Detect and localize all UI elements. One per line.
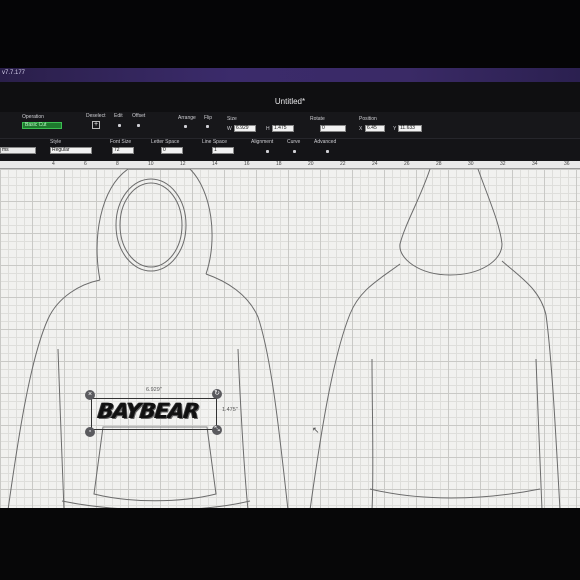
back-left-shoulder: [309, 263, 401, 510]
y-position-field[interactable]: 11.633: [398, 125, 422, 132]
size-label: Size: [227, 116, 237, 122]
close-icon[interactable]: ×: [85, 390, 95, 400]
x-position-field[interactable]: 6.45: [365, 125, 385, 132]
monitor-bezel: [0, 508, 580, 580]
ruler-tick-label: 34: [532, 161, 538, 167]
front-left-sleeve-inner: [57, 348, 65, 510]
text-toolbar: ms Style Regular Font Size 72 Letter Spa…: [0, 139, 580, 161]
ruler-tick-label: 32: [500, 161, 506, 167]
flip-dropdown[interactable]: [206, 125, 209, 128]
font-size-label: Font Size: [110, 139, 132, 145]
back-hood-outline: [399, 169, 503, 276]
app-title-bar: v7.7.177: [0, 68, 580, 82]
ruler-tick-label: 4: [52, 161, 55, 167]
deselect-label: Deselect: [86, 113, 106, 119]
edit-dropdown[interactable]: [118, 124, 121, 127]
y-label: Y: [393, 126, 397, 132]
ruler-tick-label: 26: [404, 161, 410, 167]
operation-label: Operation: [22, 114, 44, 120]
ruler-tick-label: 10: [148, 161, 154, 167]
ruler-tick-label: 24: [372, 161, 378, 167]
ruler-tick-label: 12: [180, 161, 186, 167]
curve-button[interactable]: [293, 150, 296, 153]
operation-select[interactable]: Basic Cut: [22, 122, 62, 129]
x-label: X: [359, 126, 363, 132]
ruler-tick-label: 30: [468, 161, 474, 167]
top-ruler: 4 6 8 10 12 14 16 18 20 22 24 26 28 30 32 34 36: [0, 161, 580, 169]
offset-label: Offset: [132, 113, 146, 119]
width-field[interactable]: 6.929: [234, 125, 256, 132]
ruler-tick-label: 36: [564, 161, 570, 167]
front-hood-outline: [96, 169, 213, 281]
flip-label: Flip: [204, 115, 213, 121]
line-space-field[interactable]: 1: [212, 147, 234, 154]
style-label: Style: [50, 139, 62, 145]
plus-icon: +: [93, 121, 99, 128]
line-space-label: Line Space: [202, 139, 228, 145]
ruler-tick-label: 28: [436, 161, 442, 167]
ruler-tick-label: 18: [276, 161, 282, 167]
resize-icon[interactable]: ⤡: [212, 425, 222, 435]
lock-icon[interactable]: ▫: [85, 427, 95, 437]
alignment-dropdown[interactable]: [266, 150, 269, 153]
document-header: Untitled*: [0, 82, 580, 112]
ruler-tick-label: 14: [212, 161, 218, 167]
letter-space-field[interactable]: 0: [161, 147, 183, 154]
front-pocket: [93, 426, 217, 502]
back-right-sleeve-inner: [535, 358, 543, 510]
advanced-label: Advanced: [314, 139, 337, 145]
mouse-cursor-icon: ↖: [312, 425, 320, 435]
arrange-dropdown[interactable]: [184, 125, 187, 128]
front-right-sleeve-inner: [237, 348, 249, 510]
front-face-opening: [115, 178, 187, 272]
height-dimension-label: 1.475": [222, 407, 238, 413]
arrange-label: Arrange: [178, 115, 196, 121]
style-select[interactable]: Regular: [50, 147, 92, 154]
font-size-field[interactable]: 72: [112, 147, 134, 154]
curve-label: Curve: [287, 139, 301, 145]
front-face-opening-inner: [119, 182, 183, 268]
screen: v7.7.177 Untitled* Operation Basic Cut D…: [0, 68, 580, 510]
font-select[interactable]: ms: [0, 147, 36, 154]
advanced-dropdown[interactable]: [326, 150, 329, 153]
deselect-button[interactable]: +: [92, 121, 100, 129]
ruler-tick-label: 20: [308, 161, 314, 167]
height-field[interactable]: 1.475: [272, 125, 294, 132]
rotate-field[interactable]: 0: [320, 125, 346, 132]
hoodie-template: [7, 169, 561, 510]
ruler-tick-label: 22: [340, 161, 346, 167]
rotate-icon[interactable]: ↻: [212, 389, 222, 399]
ruler-tick-label: 6: [84, 161, 87, 167]
width-label: W: [227, 126, 232, 132]
height-label: H: [266, 126, 270, 132]
back-right-shoulder: [501, 260, 561, 510]
edit-toolbar: Operation Basic Cut Deselect + Edit Offs…: [0, 112, 580, 139]
ruler-tick-label: 16: [244, 161, 250, 167]
letter-space-label: Letter Space: [151, 139, 180, 145]
baybear-text-object[interactable]: BAYBEAR: [97, 399, 200, 423]
alignment-label: Alignment: [251, 139, 274, 145]
design-canvas[interactable]: 6.929" 1.475" BAYBEAR × ↻ ▫ ⤡ ↖: [0, 169, 580, 510]
ruler-tick-label: 8: [116, 161, 119, 167]
back-left-sleeve-inner: [371, 358, 374, 510]
app-version: v7.7.177: [2, 70, 26, 76]
edit-label: Edit: [114, 113, 123, 119]
position-label: Position: [359, 116, 377, 122]
back-hem: [369, 488, 541, 499]
offset-button[interactable]: [137, 124, 140, 127]
document-title: Untitled*: [274, 97, 306, 106]
width-dimension-label: 6.929": [146, 387, 162, 393]
rotate-label: Rotate: [310, 116, 325, 122]
